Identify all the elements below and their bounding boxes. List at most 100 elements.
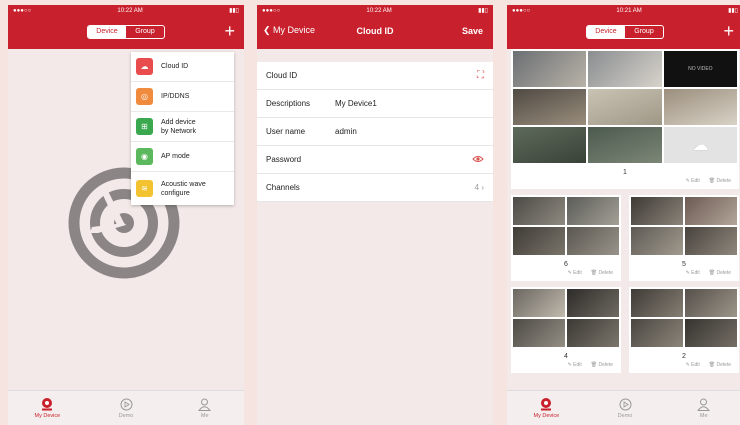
pencil-icon: ✎ <box>567 270 572 276</box>
device-card[interactable]: NO VIDEO ☁ 1 ✎ Edit 🗑 Delete <box>511 49 739 189</box>
save-button[interactable]: Save <box>462 26 483 36</box>
edit-button[interactable]: ✎ Edit <box>686 178 700 184</box>
menu-label: Cloud ID <box>161 63 189 70</box>
camera-thumbnail[interactable] <box>685 197 737 225</box>
wifi-icon: ◉ <box>136 148 153 165</box>
field-user-name[interactable]: User name admin <box>257 118 493 146</box>
edit-button[interactable]: ✎ Edit <box>686 270 700 276</box>
trash-icon: 🗑 <box>708 362 716 368</box>
tab-my-device[interactable]: My Device <box>8 391 87 425</box>
menu-label-line2: configure <box>161 189 190 197</box>
device-number: 4 <box>564 353 568 360</box>
edit-button[interactable]: ✎ Edit <box>568 270 582 276</box>
edit-button[interactable]: ✎ Edit <box>568 362 582 368</box>
pencil-icon: ✎ <box>685 178 690 184</box>
camera-thumbnail[interactable] <box>685 289 737 317</box>
cloud-icon: ☁ <box>692 137 709 154</box>
menu-item-acoustic-wave[interactable]: ≋ Acoustic wave configure <box>131 172 234 205</box>
tab-me[interactable]: Me <box>165 391 244 425</box>
camera-thumbnail[interactable] <box>631 319 683 347</box>
field-label: Password <box>266 155 302 164</box>
signal-icon: ●●●○○ <box>262 7 281 14</box>
menu-item-ap-mode[interactable]: ◉ AP mode <box>131 142 234 172</box>
segment-group[interactable]: Group <box>126 26 164 38</box>
tab-demo[interactable]: Demo <box>87 391 166 425</box>
pencil-icon: ✎ <box>685 270 690 276</box>
camera-thumbnail[interactable] <box>567 227 619 255</box>
menu-item-cloud-id[interactable]: ☁ Cloud ID <box>131 52 234 82</box>
field-cloud-id[interactable]: Cloud ID ⛶ <box>257 62 493 90</box>
camera-thumbnail[interactable] <box>513 51 587 87</box>
edit-label: Edit <box>691 178 700 184</box>
camera-thumbnail[interactable] <box>685 319 737 347</box>
tab-demo[interactable]: Demo <box>586 391 665 425</box>
segment-device[interactable]: Device <box>587 26 625 38</box>
device-card[interactable]: 2 ✎ Edit 🗑 Delete <box>629 287 739 373</box>
menu-label: Add device <box>161 118 196 126</box>
menu-item-ip-ddns[interactable]: ◎ IP/DDNS <box>131 82 234 112</box>
camera-thumbnail[interactable] <box>631 289 683 317</box>
qr-scan-icon[interactable]: ⛶ <box>477 70 484 81</box>
edit-button[interactable]: ✎ Edit <box>686 362 700 368</box>
camera-thumbnail[interactable] <box>513 319 565 347</box>
menu-item-add-by-network[interactable]: ⊞ Add device by Network <box>131 112 234 142</box>
camera-thumbnail[interactable] <box>513 197 565 225</box>
status-time: 10:22 AM <box>117 7 143 14</box>
field-password[interactable]: Password <box>257 146 493 174</box>
camera-thumbnails <box>629 195 739 257</box>
camera-thumbnail[interactable] <box>663 89 737 125</box>
camera-thumbnail[interactable] <box>685 227 737 255</box>
signal-icon: ●●●○○ <box>512 7 531 14</box>
field-descriptions[interactable]: Descriptions My Device1 <box>257 90 493 118</box>
camera-thumbnail[interactable] <box>513 289 565 317</box>
device-card[interactable]: 6 ✎ Edit 🗑 Delete <box>511 195 621 281</box>
tab-label: Me <box>699 413 708 419</box>
battery-icon: ▮▮▯ <box>229 8 239 14</box>
camera-thumbnail[interactable] <box>631 227 683 255</box>
play-icon <box>618 397 632 411</box>
delete-button[interactable]: 🗑 Delete <box>709 362 731 368</box>
camera-thumbnail-no-video[interactable]: NO VIDEO <box>663 51 737 87</box>
page-title: Cloud ID <box>356 26 394 36</box>
tab-me[interactable]: Me <box>664 391 740 425</box>
camera-thumbnail[interactable] <box>567 289 619 317</box>
camera-thumbnail-cloud[interactable]: ☁ <box>663 127 737 163</box>
delete-button[interactable]: 🗑 Delete <box>591 362 613 368</box>
camera-thumbnail[interactable] <box>588 51 662 87</box>
camera-thumbnail[interactable] <box>567 197 619 225</box>
tab-bar: My Device Demo Me <box>8 390 244 425</box>
camera-thumbnails <box>629 287 739 349</box>
delete-button[interactable]: 🗑 Delete <box>709 270 731 276</box>
menu-label-line2: by Network <box>161 127 197 135</box>
descriptions-input[interactable]: My Device1 <box>335 99 484 108</box>
status-bar: ●●●○○ 10:22 AM ▮▮▯ <box>257 5 493 16</box>
segment-group[interactable]: Group <box>625 26 663 38</box>
screen-device-grid: ●●●○○ 10:21 AM ▮▮▯ Device Group + NO VID… <box>507 5 740 425</box>
delete-button[interactable]: 🗑 Delete <box>709 178 731 184</box>
camera-thumbnail[interactable] <box>513 127 587 163</box>
device-card[interactable]: 4 ✎ Edit 🗑 Delete <box>511 287 621 373</box>
eye-icon[interactable] <box>472 155 484 165</box>
delete-button[interactable]: 🗑 Delete <box>591 270 613 276</box>
tab-my-device[interactable]: My Device <box>507 391 586 425</box>
camera-thumbnails: NO VIDEO ☁ <box>511 49 739 165</box>
add-button[interactable]: + <box>723 20 734 42</box>
no-video-label: NO VIDEO <box>688 66 713 72</box>
delete-label: Delete <box>716 362 731 368</box>
field-channels[interactable]: Channels 4 › <box>257 174 493 202</box>
segment-device[interactable]: Device <box>88 26 126 38</box>
device-number: 6 <box>564 261 568 268</box>
camera-thumbnail[interactable] <box>513 89 587 125</box>
field-label: Channels <box>266 183 300 192</box>
camera-thumbnail[interactable] <box>588 89 662 125</box>
add-button[interactable]: + <box>224 20 235 42</box>
camera-thumbnail[interactable] <box>588 127 662 163</box>
camera-thumbnail[interactable] <box>567 319 619 347</box>
field-label: User name <box>266 127 306 136</box>
field-label: Cloud ID <box>266 71 298 80</box>
device-card[interactable]: 5 ✎ Edit 🗑 Delete <box>629 195 739 281</box>
camera-thumbnail[interactable] <box>631 197 683 225</box>
camera-thumbnail[interactable] <box>513 227 565 255</box>
user-name-input[interactable]: admin <box>335 127 484 136</box>
user-icon <box>198 397 212 411</box>
